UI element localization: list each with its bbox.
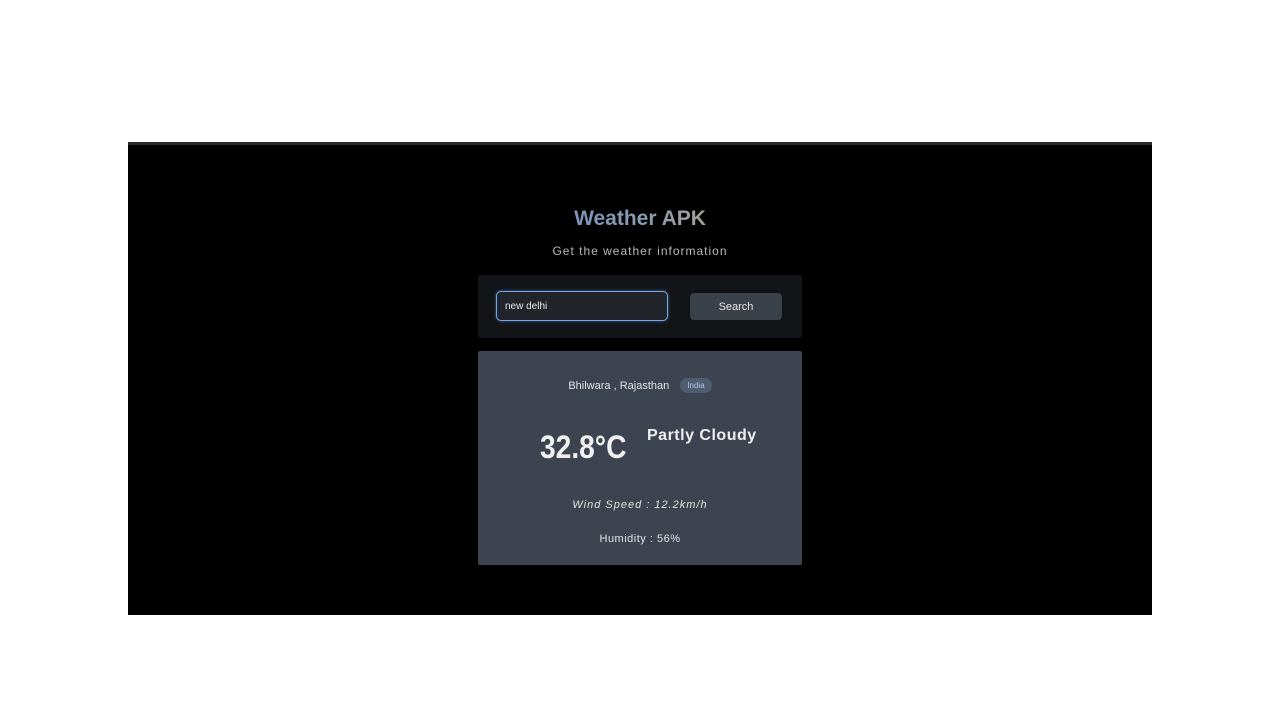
page-title: Weather APK [574,207,706,230]
weather-card: Bhilwara , Rajasthan India 32.8°C Partly… [478,351,802,565]
app-frame: Weather APK Get the weather information … [128,142,1152,615]
wind-speed: Wind Speed : 12.2km/h [572,499,708,511]
weather-condition: Partly Cloudy [647,427,757,444]
location-row: Bhilwara , Rajasthan India [478,378,802,393]
page-subtitle: Get the weather information [552,244,728,258]
location-name: Bhilwara , Rajasthan [568,379,670,392]
search-button[interactable]: Search [690,293,782,320]
country-badge: India [680,378,712,393]
search-panel: Search [478,275,802,338]
temperature-value: 32.8°C [540,429,627,465]
humidity: Humidity : 56% [599,533,681,545]
city-search-input[interactable] [496,291,668,321]
page-title-container: Weather APK [128,207,1152,231]
